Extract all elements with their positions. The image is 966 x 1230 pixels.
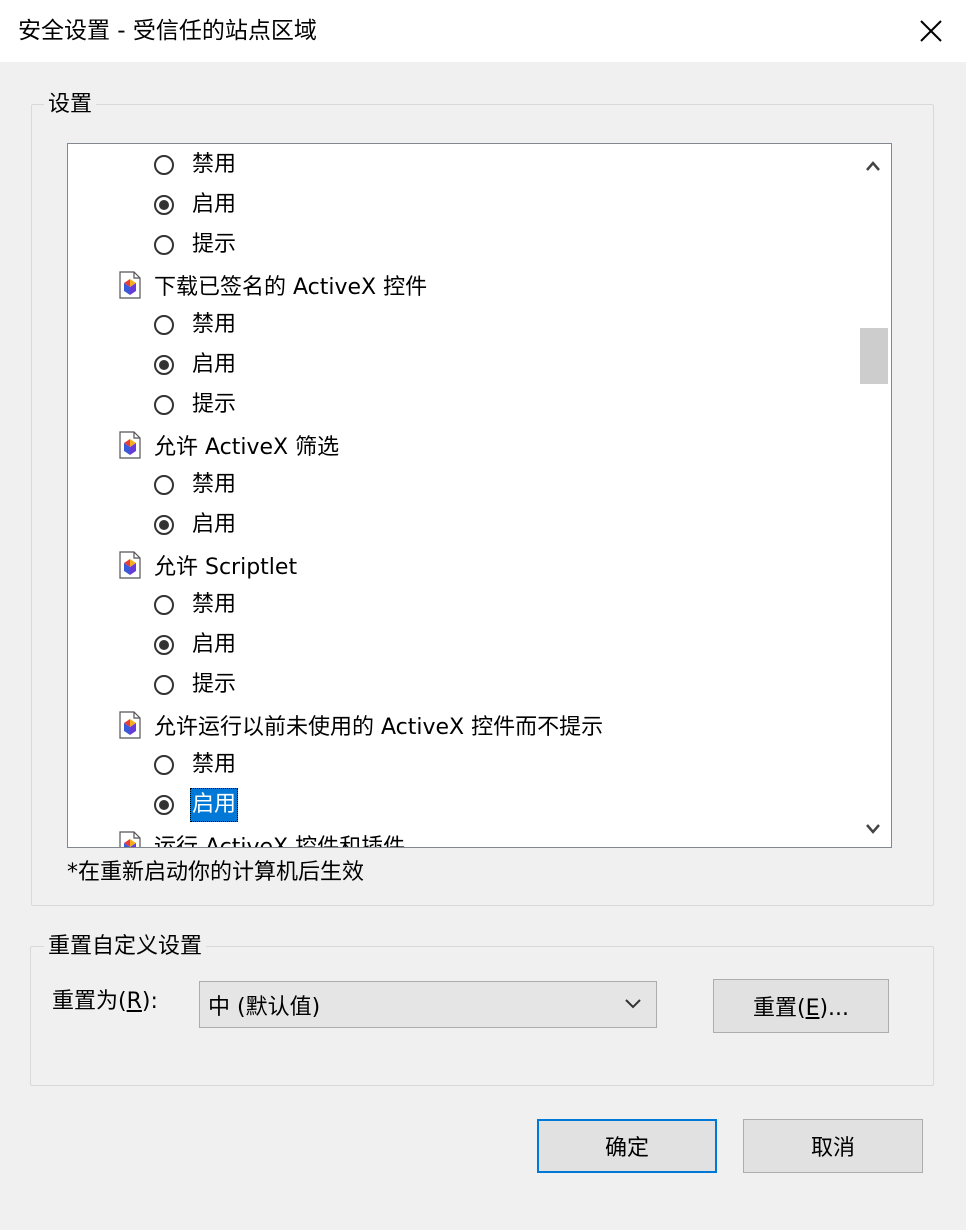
radio-option[interactable]: 启用 <box>154 345 238 385</box>
radio-option[interactable]: 启用 <box>154 625 238 665</box>
radio-option-label: 禁用 <box>192 592 237 617</box>
radio-option[interactable]: 禁用 <box>154 305 238 345</box>
radio-option[interactable]: 禁用 <box>154 465 238 505</box>
chevron-up-icon <box>866 161 880 171</box>
reset-group-label: 重置自定义设置 <box>44 933 207 961</box>
radio-checked[interactable] <box>154 355 174 375</box>
title-bar: 安全设置 - 受信任的站点区域 <box>0 0 966 62</box>
radio-option-label: 禁用 <box>192 312 237 337</box>
setting-heading: 运行 ActiveX 控件和插件 <box>118 825 406 848</box>
radio-option[interactable]: 启用 <box>154 505 238 545</box>
setting-heading-label: 允许 Scriptlet <box>154 555 298 580</box>
restart-note: *在重新启动你的计算机后生效 <box>67 860 365 885</box>
radio-checked[interactable] <box>154 195 174 215</box>
scroll-up-button[interactable] <box>855 148 891 184</box>
radio-unchecked[interactable] <box>154 155 174 175</box>
setting-heading-label: 下载已签名的 ActiveX 控件 <box>154 275 428 300</box>
radio-unchecked[interactable] <box>154 395 174 415</box>
radio-option-label: 提示 <box>192 672 237 697</box>
settings-listbox[interactable]: 禁用 启用 提示 下载已签名的 ActiveX 控件 禁用 启用 提示 允许 ActiveX … <box>67 143 892 848</box>
setting-heading: 允许 Scriptlet <box>118 545 297 585</box>
setting-heading: 允许 ActiveX 筛选 <box>118 425 339 465</box>
radio-option[interactable]: 提示 <box>154 225 238 265</box>
radio-option-label: 禁用 <box>192 152 237 177</box>
close-button[interactable] <box>896 0 966 62</box>
setting-heading-label: 允许运行以前未使用的 ActiveX 控件而不提示 <box>154 715 604 740</box>
setting-heading-label: 运行 ActiveX 控件和插件 <box>154 835 406 848</box>
ok-button[interactable]: 确定 <box>537 1119 717 1173</box>
radio-option-label: 提示 <box>192 392 237 417</box>
radio-option[interactable]: 启用 <box>154 785 239 825</box>
radio-option-label: 启用 <box>192 512 237 537</box>
settings-group-label: 设置 <box>44 91 97 119</box>
radio-unchecked[interactable] <box>154 675 174 695</box>
settings-doc-icon <box>118 711 142 739</box>
radio-unchecked[interactable] <box>154 595 174 615</box>
radio-option[interactable]: 禁用 <box>154 745 238 785</box>
radio-option-label: 启用 <box>192 352 237 377</box>
window-title: 安全设置 - 受信任的站点区域 <box>18 18 317 44</box>
radio-checked[interactable] <box>154 515 174 535</box>
setting-heading: 允许运行以前未使用的 ActiveX 控件而不提示 <box>118 705 603 745</box>
settings-doc-icon <box>118 831 142 847</box>
vertical-scrollbar[interactable] <box>855 144 891 847</box>
radio-unchecked[interactable] <box>154 755 174 775</box>
radio-unchecked[interactable] <box>154 315 174 335</box>
chevron-down-icon <box>866 824 880 834</box>
reset-level-dropdown[interactable]: 中 (默认值) <box>199 981 657 1028</box>
reset-button-label: 重置(E)... <box>752 996 850 1021</box>
radio-option[interactable]: 提示 <box>154 665 238 705</box>
setting-heading: 下载已签名的 ActiveX 控件 <box>118 265 427 305</box>
scroll-down-button[interactable] <box>855 810 891 846</box>
radio-unchecked[interactable] <box>154 235 174 255</box>
setting-heading-label: 允许 ActiveX 筛选 <box>154 435 340 460</box>
radio-option[interactable]: 提示 <box>154 385 238 425</box>
radio-checked[interactable] <box>154 795 174 815</box>
chevron-down-icon <box>625 999 641 1009</box>
radio-option-label: 启用 <box>192 192 237 217</box>
radio-option-label: 禁用 <box>192 472 237 497</box>
reset-button[interactable]: 重置(E)... <box>713 979 889 1033</box>
radio-option-label: 禁用 <box>192 752 237 777</box>
radio-option[interactable]: 禁用 <box>154 585 238 625</box>
radio-option[interactable]: 禁用 <box>154 145 238 185</box>
settings-doc-icon <box>118 551 142 579</box>
cancel-button[interactable]: 取消 <box>743 1119 923 1173</box>
radio-option[interactable]: 启用 <box>154 185 238 225</box>
scroll-thumb[interactable] <box>860 328 888 384</box>
radio-option-label: 提示 <box>192 232 237 257</box>
reset-to-label: 重置为(R): <box>52 989 158 1014</box>
radio-checked[interactable] <box>154 635 174 655</box>
settings-doc-icon <box>118 431 142 459</box>
close-icon <box>920 20 942 42</box>
radio-option-label: 启用 <box>192 632 237 657</box>
radio-option-label: 启用 <box>190 788 239 822</box>
radio-unchecked[interactable] <box>154 475 174 495</box>
settings-doc-icon <box>118 271 142 299</box>
dropdown-value: 中 (默认值) <box>208 994 321 1020</box>
